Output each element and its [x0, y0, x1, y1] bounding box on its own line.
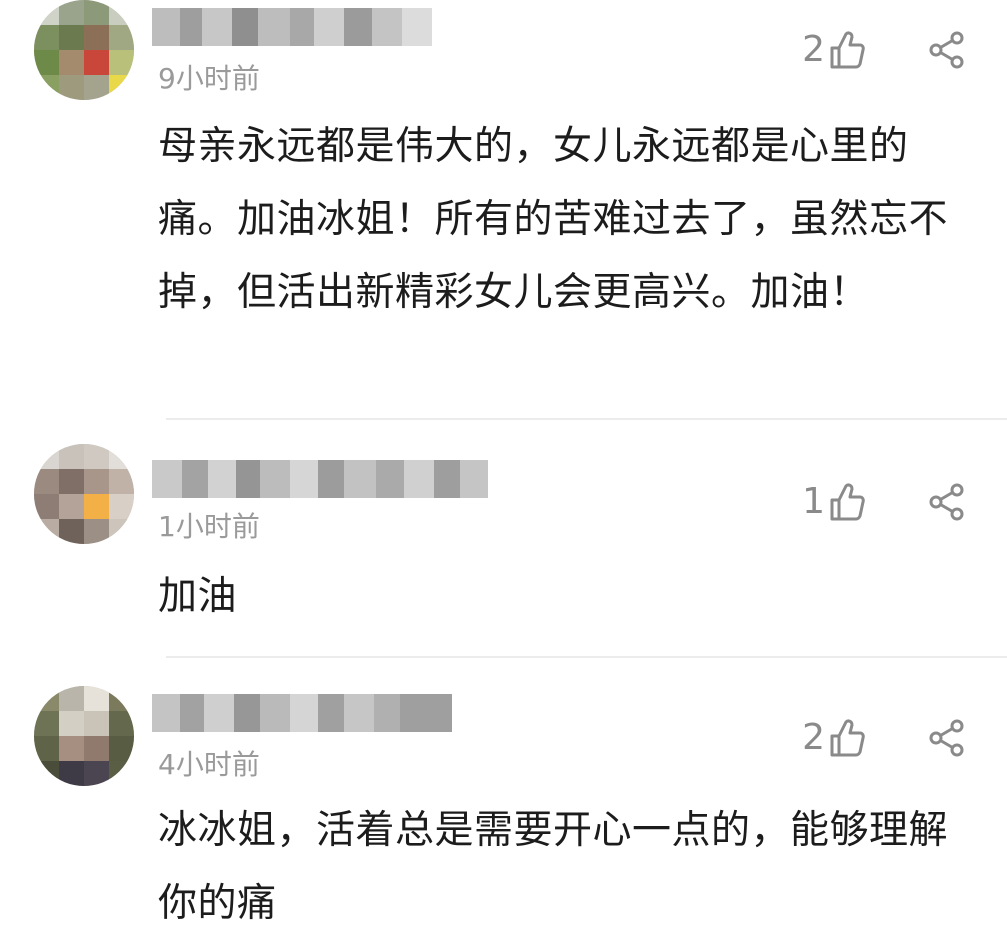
thumbs-up-outline-icon[interactable]: [829, 718, 865, 758]
comment-actions: 2: [802, 718, 967, 758]
like-count: 2: [802, 29, 825, 70]
comment-text: 母亲永远都是伟大的，女儿永远都是心里的痛。加油冰姐！所有的苦难过去了，虽然忘不掉…: [158, 124, 949, 315]
comment-actions: 2: [802, 30, 967, 70]
comment-time: 4小时前: [158, 748, 260, 781]
divider: [166, 418, 1007, 420]
comment-actions: 1: [802, 482, 967, 522]
comment-item: 1小时前 1 加油: [0, 440, 1007, 660]
avatar[interactable]: [34, 0, 134, 100]
thumbs-up-outline-icon[interactable]: [829, 30, 865, 70]
username-blurred[interactable]: [152, 694, 452, 732]
thumbs-up-outline-icon[interactable]: [829, 482, 865, 522]
like-count: 1: [802, 481, 825, 522]
like-count: 2: [802, 717, 825, 758]
username-blurred[interactable]: [152, 8, 432, 46]
comment-item: 4小时前 2 冰冰姐，活着总是需要开心一点的，能够理解你的痛: [0, 676, 1007, 940]
share-icon[interactable]: [927, 482, 967, 522]
divider: [166, 656, 1007, 658]
comment-text: 加油: [158, 574, 238, 619]
comment-time: 1小时前: [158, 510, 260, 543]
comment-text: 冰冰姐，活着总是需要开心一点的，能够理解你的痛: [158, 808, 949, 926]
avatar[interactable]: [34, 686, 134, 786]
comment-item: 9小时前 2 母亲永远都是伟大的，女儿永远都是心里的痛。加油冰姐！所有的苦难过去…: [0, 0, 1007, 420]
comment-time: 9小时前: [158, 62, 260, 95]
username-blurred[interactable]: [152, 460, 488, 498]
share-icon[interactable]: [927, 30, 967, 70]
share-icon[interactable]: [927, 718, 967, 758]
avatar[interactable]: [34, 444, 134, 544]
